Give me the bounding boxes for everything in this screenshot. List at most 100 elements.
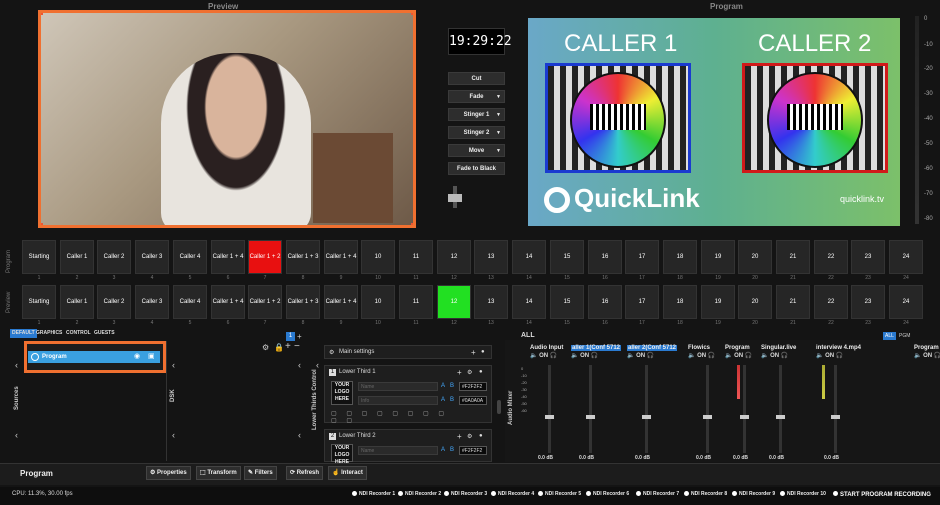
gear-icon[interactable]: ⚙ xyxy=(262,343,269,352)
channel-on-controls[interactable]: 🔈 ON 🎧 xyxy=(914,352,940,359)
chevron-left-icon[interactable]: ‹ xyxy=(15,360,18,370)
tab-guests[interactable]: GUESTS xyxy=(92,329,117,338)
ndi-recorder-toggle[interactable]: NDI Recorder 8 xyxy=(684,491,727,497)
logo-placeholder[interactable]: YOUR LOGO HERE xyxy=(331,444,353,465)
resize-handle[interactable] xyxy=(411,223,413,225)
scene-button[interactable]: 24 xyxy=(889,240,923,274)
headphones-icon[interactable]: 🎧 xyxy=(548,353,557,359)
properties-button[interactable]: ⚙ Properties xyxy=(146,466,191,480)
toggle-icon[interactable]: ● xyxy=(479,433,483,439)
ndi-recorder-toggle[interactable]: NDI Recorder 1 xyxy=(352,491,395,497)
ndi-recorder-toggle[interactable]: NDI Recorder 10 xyxy=(780,491,826,497)
scene-button[interactable]: 17 xyxy=(625,285,659,319)
scene-button[interactable]: 20 xyxy=(738,285,772,319)
scene-button[interactable]: 11 xyxy=(399,285,433,319)
headphones-icon[interactable]: 🎧 xyxy=(589,353,598,359)
channel-on-controls[interactable]: 🔈 ON 🎧 xyxy=(816,352,843,359)
lt1-info-input[interactable]: Info xyxy=(358,396,438,405)
tab-default[interactable]: DEFAULT xyxy=(10,329,37,338)
chevron-left-icon[interactable]: ‹ xyxy=(15,430,18,440)
ndi-recorder-toggle[interactable]: NDI Recorder 7 xyxy=(636,491,679,497)
scene-button[interactable]: Caller 2 xyxy=(97,285,131,319)
scene-button[interactable]: 15 xyxy=(550,285,584,319)
volume-fader-track[interactable] xyxy=(645,365,648,453)
scene-button[interactable]: 23 xyxy=(851,240,885,274)
lock-icon[interactable]: 🔒 xyxy=(274,343,284,352)
scene-button[interactable]: Caller 1 + 2 xyxy=(248,285,282,319)
volume-fader-knob[interactable] xyxy=(776,415,785,419)
scene-button[interactable]: 19 xyxy=(701,240,735,274)
scene-button[interactable]: 18 xyxy=(663,285,697,319)
fade-button[interactable]: Fade ▼ xyxy=(448,90,505,103)
add-tab-icon[interactable]: + xyxy=(297,332,302,341)
scene-button[interactable]: 18 xyxy=(663,240,697,274)
speaker-icon[interactable]: 🔈 xyxy=(688,353,697,359)
scene-button[interactable]: Caller 4 xyxy=(173,240,207,274)
main-settings-panel[interactable]: ⚙ Main settings + ● xyxy=(324,345,492,359)
scene-button[interactable]: 15 xyxy=(550,240,584,274)
scene-button[interactable]: 20 xyxy=(738,240,772,274)
scene-button[interactable]: 21 xyxy=(776,240,810,274)
channel-on-controls[interactable]: 🔈 ON 🎧 xyxy=(688,352,715,359)
bold-icon[interactable]: B xyxy=(450,383,454,389)
scene-button[interactable]: 23 xyxy=(851,285,885,319)
chevron-down-icon[interactable]: ▼ xyxy=(496,91,501,103)
ndi-recorder-toggle[interactable]: NDI Recorder 2 xyxy=(398,491,441,497)
scene-button[interactable]: 13 xyxy=(474,285,508,319)
volume-fader-track[interactable] xyxy=(834,365,837,453)
scene-button[interactable]: Caller 1 + 4 xyxy=(211,285,245,319)
speaker-icon[interactable]: 🔈 xyxy=(914,353,923,359)
channel-on-controls[interactable]: 🔈 ON 🎧 xyxy=(725,352,752,359)
scene-button[interactable]: Caller 3 xyxy=(135,285,169,319)
chevron-left-icon[interactable]: ‹ xyxy=(316,360,319,370)
chevron-down-icon[interactable]: ▼ xyxy=(496,145,501,157)
volume-fader-knob[interactable] xyxy=(586,415,595,419)
scene-button[interactable]: Caller 1 xyxy=(60,285,94,319)
volume-fader-track[interactable] xyxy=(548,365,551,453)
scene-button[interactable]: Caller 1 + 2 xyxy=(248,240,282,274)
lt1-color-2[interactable]: #0A0A0A xyxy=(459,396,487,405)
scene-button[interactable]: 16 xyxy=(588,285,622,319)
resize-handle[interactable] xyxy=(41,13,43,15)
gear-icon[interactable]: ⚙ xyxy=(467,369,472,376)
scene-button[interactable]: 10 xyxy=(361,240,395,274)
add-icon[interactable]: + xyxy=(457,432,462,441)
scene-button[interactable]: 10 xyxy=(361,285,395,319)
scene-button[interactable]: Caller 1 + 3 xyxy=(286,285,320,319)
speaker-icon[interactable]: 🔈 xyxy=(571,353,580,359)
scene-button[interactable]: Starting xyxy=(22,285,56,319)
scene-button[interactable]: 17 xyxy=(625,240,659,274)
fade-to-black-button[interactable]: Fade to Black xyxy=(448,162,505,175)
headphones-icon[interactable]: 🎧 xyxy=(834,353,843,359)
chevron-down-icon[interactable]: ▼ xyxy=(496,127,501,139)
volume-fader-track[interactable] xyxy=(779,365,782,453)
headphones-icon[interactable]: 🎧 xyxy=(645,353,654,359)
cut-button[interactable]: Cut xyxy=(448,72,505,85)
lt1-color-1[interactable]: #F2F2F2 xyxy=(459,382,487,391)
chevron-left-icon[interactable]: ‹ xyxy=(298,360,301,370)
scene-button[interactable]: 22 xyxy=(814,240,848,274)
scene-button[interactable]: Caller 1 xyxy=(60,240,94,274)
speaker-icon[interactable]: 🔈 xyxy=(725,353,734,359)
text-size-icon[interactable]: A xyxy=(441,447,445,453)
volume-fader-knob[interactable] xyxy=(740,415,749,419)
source-item-program[interactable]: Program xyxy=(28,351,160,363)
interact-button[interactable]: ☝ Interact xyxy=(328,466,367,480)
scene-button[interactable]: Caller 1 + 3 xyxy=(286,240,320,274)
scene-button[interactable]: 11 xyxy=(399,240,433,274)
volume-fader-knob[interactable] xyxy=(703,415,712,419)
channel-on-controls[interactable]: 🔈 ON 🎧 xyxy=(530,352,557,359)
scene-button[interactable]: 19 xyxy=(701,285,735,319)
headphones-icon[interactable]: 🎧 xyxy=(743,353,752,359)
scene-button[interactable]: Caller 2 xyxy=(97,240,131,274)
headphones-icon[interactable]: 🎧 xyxy=(779,353,788,359)
toggle-icon[interactable]: ● xyxy=(479,369,483,375)
scene-button[interactable]: 13 xyxy=(474,240,508,274)
scene-button[interactable]: Caller 1 + 4 xyxy=(324,240,358,274)
volume-fader-track[interactable] xyxy=(743,365,746,453)
scene-button[interactable]: 14 xyxy=(512,285,546,319)
tbar-handle[interactable] xyxy=(448,194,462,202)
speaker-icon[interactable]: 🔈 xyxy=(761,353,770,359)
start-recording-button[interactable]: START PROGRAM RECORDING xyxy=(833,491,931,498)
speaker-icon[interactable]: 🔈 xyxy=(816,353,825,359)
